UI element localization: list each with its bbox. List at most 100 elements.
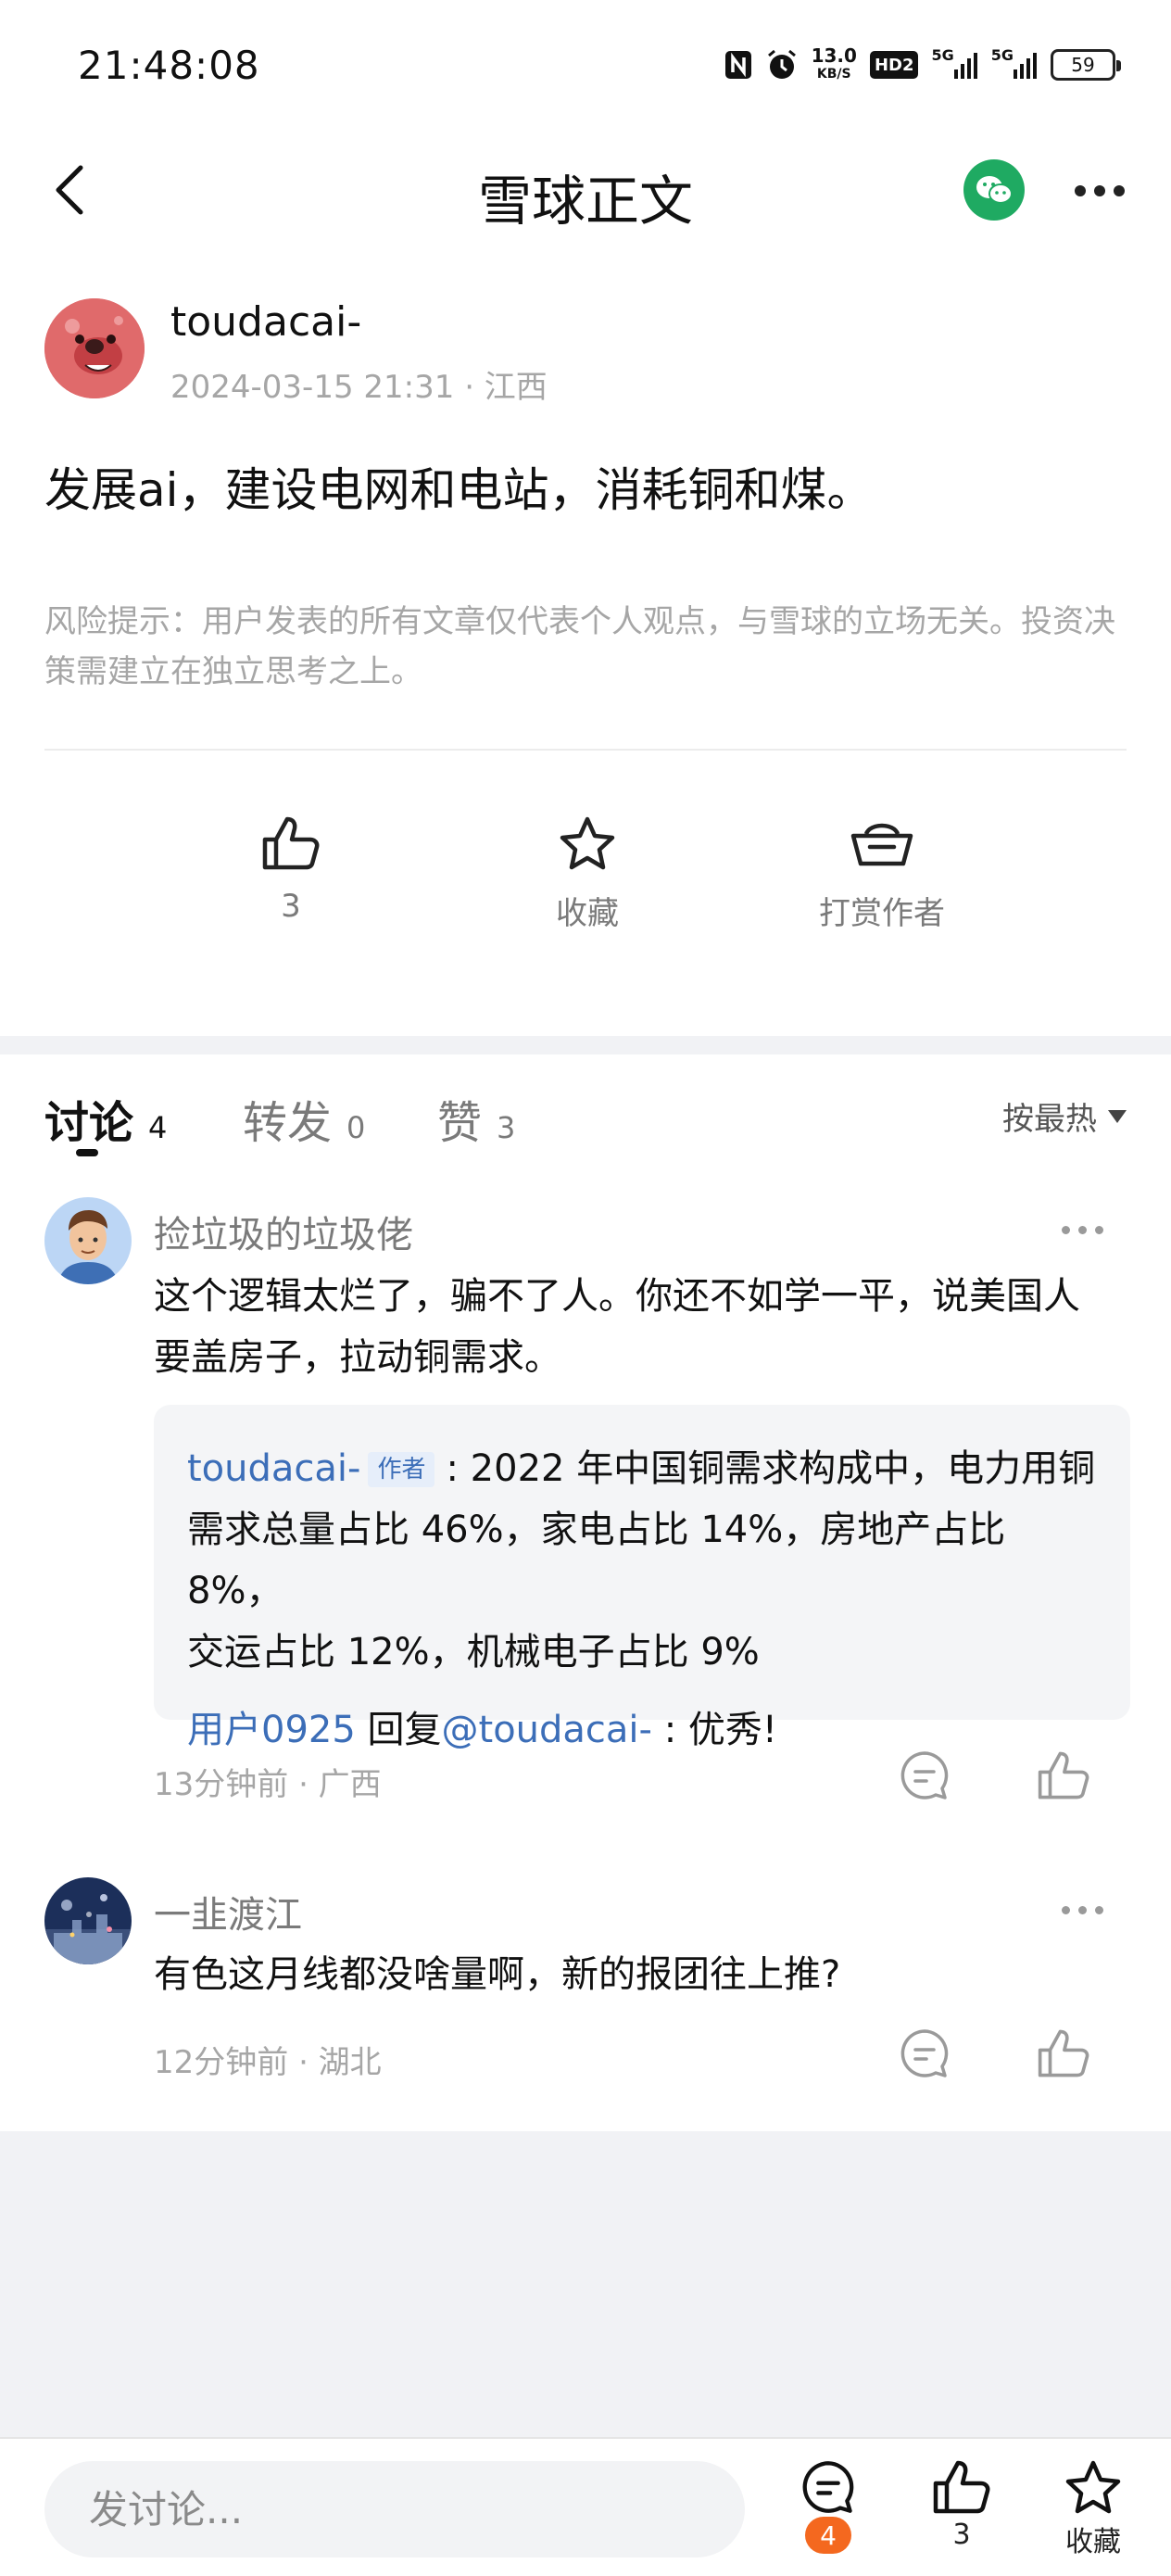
comment-meta: 12分钟前 · 湖北	[154, 2044, 382, 2081]
more-icon	[1062, 1905, 1070, 1914]
battery-icon: 59	[1051, 49, 1121, 81]
section-separator	[0, 1036, 1171, 1054]
comment-username[interactable]: 一韭渡江	[154, 1885, 302, 1938]
author-name[interactable]: toudacai-	[170, 298, 361, 346]
triangle-down-icon	[1108, 1109, 1127, 1123]
signal-label: 5G	[931, 46, 954, 64]
comment-count-badge: 4	[805, 2517, 851, 2554]
sub-reply: 用户0925 回复@toudacai- : 优秀!	[187, 1699, 1104, 1761]
risk-note: 风险提示：用户发表的所有文章仅代表个人观点，与雪球的立场无关。投资决策需建立在独…	[44, 603, 1115, 690]
tab-label: 赞	[437, 1097, 483, 1149]
comment-text: 这个逻辑太烂了，骗不了人。你还不如学一平，说美国人 要盖房子，拉动铜需求。	[154, 1266, 1117, 1388]
sub-reply-user[interactable]: 用户0925	[187, 1709, 356, 1751]
reply-box[interactable]: toudacai- 作者 : 2022 年中国铜需求构成中，电力用铜 需求总量占比 …	[154, 1405, 1130, 1751]
bottom-bar: 4 3 收藏	[0, 2437, 1171, 2576]
signal-5g-icon: 5G	[931, 46, 977, 83]
comment-icon	[900, 2029, 949, 2077]
favorite-label: 收藏	[556, 895, 619, 932]
thumbs-up-icon	[262, 816, 320, 870]
thumbs-up-icon	[1038, 2029, 1089, 2077]
comment-icon	[900, 1751, 949, 1799]
tab-repost[interactable]: 转发 0	[243, 1086, 365, 1151]
like-button-bottom[interactable]: 3	[915, 2459, 1008, 2570]
battery-level: 59	[1071, 54, 1095, 76]
signal-5g-icon-2: 5G	[991, 46, 1038, 83]
discussion-input[interactable]	[44, 2461, 745, 2557]
alarm-icon	[765, 46, 799, 83]
more-options-button[interactable]	[1065, 163, 1134, 219]
author-avatar[interactable]	[44, 298, 145, 398]
comment-text: 有色这月线都没啥量啊，新的报团往上推?	[154, 1953, 841, 1996]
thumbs-up-icon	[1038, 1751, 1089, 1799]
comments-button[interactable]: 4	[782, 2459, 875, 2570]
tab-count: 4	[148, 1110, 168, 1145]
more-icon-dot	[1114, 185, 1125, 196]
hd-icon: HD2	[869, 51, 919, 79]
reply-author[interactable]: toudacai-	[187, 1447, 360, 1490]
comment-more-button[interactable]	[1062, 1896, 1114, 1924]
tab-likes[interactable]: 赞 3	[437, 1086, 515, 1151]
like-count: 3	[281, 888, 301, 925]
wechat-icon	[976, 176, 1013, 204]
tab-discussion[interactable]: 讨论 4	[44, 1086, 167, 1151]
comment-icon	[802, 2461, 854, 2513]
status-icons: 13.0 KB/S HD2 5G 5G 59	[724, 46, 1121, 83]
like-count-bottom: 3	[952, 2519, 971, 2551]
reward-basket-icon	[850, 823, 913, 866]
active-tab-indicator	[76, 1149, 98, 1156]
reply-text: : 2022 年中国铜需求构成中，电力用铜	[446, 1447, 1096, 1490]
comment-meta: 13分钟前 · 广西	[154, 1766, 382, 1803]
reward-author-button[interactable]: 打赏作者	[780, 815, 984, 933]
comment-avatar[interactable]	[44, 1877, 132, 1964]
sub-reply-text: : 优秀!	[651, 1709, 777, 1751]
more-icon-dot	[1095, 1225, 1103, 1234]
thumbs-up-icon	[933, 2460, 990, 2514]
sort-label: 按最热	[1002, 1101, 1097, 1138]
post-content: 发展ai，建设电网和电站，消耗铜和煤。	[44, 463, 874, 517]
wechat-share-button[interactable]	[963, 159, 1025, 221]
post-meta: 2024-03-15 21:31 · 江西	[170, 369, 548, 406]
sub-reply-mention[interactable]: @toudacai-	[442, 1709, 652, 1751]
reply-line: 交运占比 12%，机械电子占比 9%	[187, 1631, 760, 1673]
comment-avatar[interactable]	[44, 1197, 132, 1284]
empty-area	[0, 2131, 1171, 2437]
tab-label: 讨论	[44, 1097, 134, 1149]
net-speed-value: 13.0	[811, 44, 857, 67]
status-time: 21:48:08	[78, 43, 260, 88]
status-bar: 21:48:08 13.0 KB/S HD2 5G 5G 59	[0, 0, 1171, 130]
reply-line: 需求总量占比 46%，家电占比 14%，房地产占比 8%，	[187, 1509, 1006, 1612]
more-icon	[1075, 185, 1086, 196]
tab-label: 转发	[243, 1097, 333, 1149]
nfc-icon	[724, 46, 752, 83]
comment-more-button[interactable]	[1062, 1216, 1114, 1244]
sort-dropdown[interactable]: 按最热	[1002, 1093, 1127, 1139]
reward-label: 打赏作者	[819, 895, 945, 932]
net-speed-unit: KB/S	[816, 67, 851, 82]
comment-like-button[interactable]	[1034, 2024, 1093, 2083]
reply-body: toudacai- 作者 : 2022 年中国铜需求构成中，电力用铜 需求总量占比 …	[187, 1438, 1104, 1761]
more-icon	[1062, 1225, 1070, 1234]
nav-bar: 雪球正文	[0, 130, 1171, 250]
comment-username[interactable]: 捡垃圾的垃圾佬	[154, 1205, 413, 1258]
net-speed: 13.0 KB/S	[812, 46, 857, 83]
more-icon-dot	[1078, 1225, 1087, 1234]
favorite-label-bottom: 收藏	[1065, 2526, 1121, 2558]
sub-reply-word: 回复	[355, 1709, 442, 1751]
comment-reply-button[interactable]	[895, 1746, 954, 1805]
author-tag-badge: 作者	[368, 1452, 435, 1487]
comment-text-line: 这个逻辑太烂了，骗不了人。你还不如学一平，说美国人	[154, 1275, 1080, 1318]
star-icon	[1065, 2460, 1121, 2514]
like-button[interactable]: 3	[189, 815, 393, 925]
comment-like-button[interactable]	[1034, 1746, 1093, 1805]
reply-line: toudacai- 作者 : 2022 年中国铜需求构成中，电力用铜	[187, 1438, 1104, 1499]
divider	[44, 749, 1127, 751]
favorite-button[interactable]: 收藏	[485, 815, 689, 933]
favorite-button-bottom[interactable]: 收藏	[1047, 2459, 1140, 2570]
tab-count: 3	[497, 1110, 516, 1145]
star-icon	[560, 816, 615, 870]
comment-text-line: 要盖房子，拉动铜需求。	[154, 1336, 561, 1379]
tab-count: 0	[346, 1110, 366, 1145]
comment-reply-button[interactable]	[895, 2024, 954, 2083]
signal-label-2: 5G	[990, 46, 1014, 64]
more-icon-dot	[1095, 1905, 1103, 1914]
